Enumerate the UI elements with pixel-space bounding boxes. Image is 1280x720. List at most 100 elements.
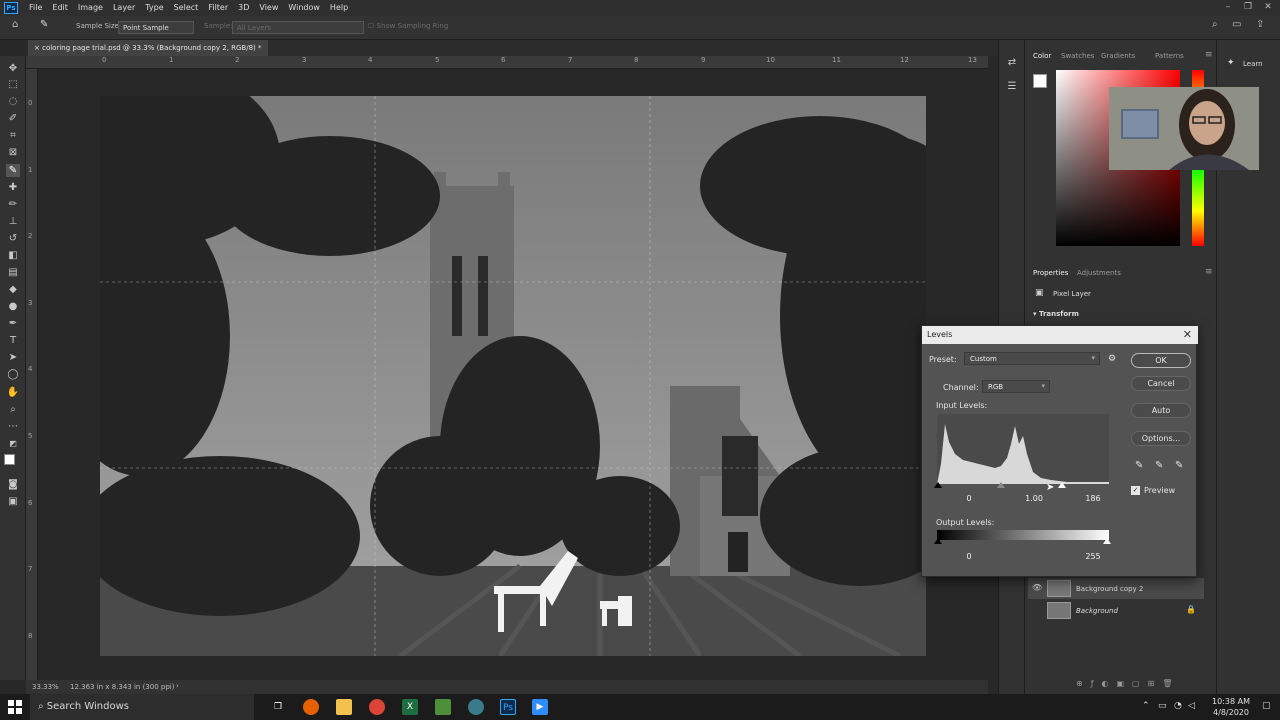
blur-tool-icon[interactable]: ◆ [6,283,20,296]
menu-select[interactable]: Select [169,0,204,16]
default-colors-icon[interactable]: ◩ [6,437,20,450]
minimize-icon[interactable]: – [1218,0,1238,16]
excel-icon[interactable]: X [402,699,418,715]
task-view-icon[interactable]: ❐ [270,699,286,715]
eraser-tool-icon[interactable]: ◧ [6,249,20,262]
menu-image[interactable]: Image [73,0,108,16]
black-point-eyedropper-icon[interactable]: ✎ [1135,460,1143,471]
zoom-app-icon[interactable]: ▶ [532,699,548,715]
taskbar-search-box[interactable]: ⌕ Search Windows [30,694,254,720]
photoshop-taskbar-icon[interactable]: Ps [500,699,516,715]
white-point-eyedropper-icon[interactable]: ✎ [1175,460,1183,471]
chrome-alt-icon[interactable] [468,699,484,715]
panel-menu-icon[interactable]: ≡ [1205,50,1213,60]
notifications-icon[interactable]: ▢ [1262,701,1271,711]
close-icon[interactable]: ✕ [1183,326,1192,344]
crop-tool-icon[interactable]: ⌗ [6,129,20,142]
transform-section[interactable]: ▾ Transform [1033,310,1079,318]
volume-icon[interactable]: ◁ [1188,701,1195,711]
taskbar-clock[interactable]: 10:38 AM 4/8/2020 [1212,696,1250,718]
preset-dropdown[interactable]: Custom ▾ [964,352,1100,365]
lasso-tool-icon[interactable]: ◌ [6,95,20,108]
panel-foreground-swatch[interactable] [1033,74,1047,88]
eyedropper-tool-preset-icon[interactable]: ✎ [40,19,48,30]
battery-icon[interactable]: ▭ [1158,701,1167,711]
layer-row-background-copy-2[interactable]: 👁 Background copy 2 [1028,578,1204,599]
workspace-icon[interactable]: ▭ [1232,19,1241,30]
preview-checkbox[interactable]: ✓ [1131,486,1140,495]
input-white-slider[interactable] [1058,482,1066,488]
menu-type[interactable]: Type [140,0,168,16]
output-black-field[interactable]: 0 [954,551,984,563]
restore-icon[interactable]: ❐ [1238,0,1258,16]
tab-gradients[interactable]: Gradients [1101,52,1135,60]
input-white-field[interactable]: 186 [1078,493,1108,505]
cancel-button[interactable]: Cancel [1131,376,1191,391]
zoom-tool-icon[interactable]: ⌕ [6,403,20,416]
input-black-slider[interactable] [934,482,942,488]
levels-title-bar[interactable]: Levels ✕ [922,326,1198,344]
menu-window[interactable]: Window [283,0,325,16]
output-white-slider[interactable] [1103,538,1111,544]
foreground-color-swatch[interactable] [4,454,15,465]
gradient-tool-icon[interactable]: ▤ [6,266,20,279]
type-tool-icon[interactable]: T [6,334,20,347]
clone-stamp-tool-icon[interactable]: ⊥ [6,215,20,228]
properties-panel-icon[interactable]: ☰ [1005,80,1019,93]
layer-row-background[interactable]: Background 🔒 [1028,600,1204,621]
tray-chevron-icon[interactable]: ⌃ [1142,701,1150,711]
menu-file[interactable]: File [24,0,47,16]
gray-point-eyedropper-icon[interactable]: ✎ [1155,460,1163,471]
input-gamma-field[interactable]: 1.00 [1019,493,1049,505]
menu-edit[interactable]: Edit [47,0,73,16]
tab-color[interactable]: Color [1033,52,1051,60]
marquee-tool-icon[interactable]: ⬚ [6,78,20,91]
menu-help[interactable]: Help [325,0,353,16]
tab-adjustments[interactable]: Adjustments [1077,269,1121,277]
menu-3d[interactable]: 3D [233,0,254,16]
quick-select-tool-icon[interactable]: ✐ [6,112,20,125]
frame-tool-icon[interactable]: ⊠ [6,146,20,159]
channel-dropdown[interactable]: RGB ▾ [982,380,1050,393]
show-sampling-ring-checkbox[interactable]: ☐ Show Sampling Ring [368,22,448,30]
sample-select[interactable]: All Layers [232,21,364,34]
dodge-tool-icon[interactable]: ● [6,300,20,313]
pen-tool-icon[interactable]: ✒ [6,317,20,330]
chrome-icon[interactable] [369,699,385,715]
tab-patterns[interactable]: Patterns [1155,52,1184,60]
document-canvas-photo[interactable] [100,96,926,656]
shape-tool-icon[interactable]: ◯ [6,368,20,381]
healing-brush-tool-icon[interactable]: ✚ [6,181,20,194]
visibility-eye-icon[interactable]: 👁 [1032,583,1042,592]
share-icon[interactable]: ⇪ [1256,19,1264,30]
zoom-level[interactable]: 33.33% [32,683,59,691]
tab-properties[interactable]: Properties [1033,269,1068,277]
history-brush-tool-icon[interactable]: ↺ [6,232,20,245]
search-icon[interactable]: ⌕ [1212,19,1218,30]
ok-button[interactable]: OK [1131,353,1191,368]
home-icon[interactable]: ⌂ [12,19,18,30]
input-gamma-slider[interactable] [997,482,1005,488]
properties-menu-icon[interactable]: ≡ [1205,267,1213,277]
firefox-icon[interactable] [303,699,319,715]
screen-mode-icon[interactable]: ▣ [6,495,20,508]
input-black-field[interactable]: 0 [954,493,984,505]
close-window-icon[interactable]: ✕ [1258,0,1278,16]
spreadsheet-app-icon[interactable] [435,699,451,715]
layers-footer-buttons[interactable]: ⊕ƒ◐▣▢⊞🗑 [1076,679,1206,691]
path-selection-tool-icon[interactable]: ➤ [6,351,20,364]
more-tools-icon[interactable]: ⋯ [6,420,20,433]
windows-start-icon[interactable] [8,700,22,714]
output-black-slider[interactable] [934,538,942,544]
tab-learn[interactable]: Learn [1243,60,1263,68]
network-icon[interactable]: ◔ [1174,701,1182,711]
history-panel-icon[interactable]: ⇄ [1005,56,1019,69]
eyedropper-tool-icon[interactable]: ✎ [6,164,20,177]
menu-view[interactable]: View [254,0,283,16]
hand-tool-icon[interactable]: ✋ [6,386,20,399]
file-explorer-icon[interactable] [336,699,352,715]
document-tab[interactable]: × coloring page trial.psd @ 33.3% (Backg… [28,40,268,56]
auto-button[interactable]: Auto [1131,403,1191,418]
quick-mask-icon[interactable]: ◙ [6,478,20,491]
options-button[interactable]: Options... [1131,431,1191,446]
